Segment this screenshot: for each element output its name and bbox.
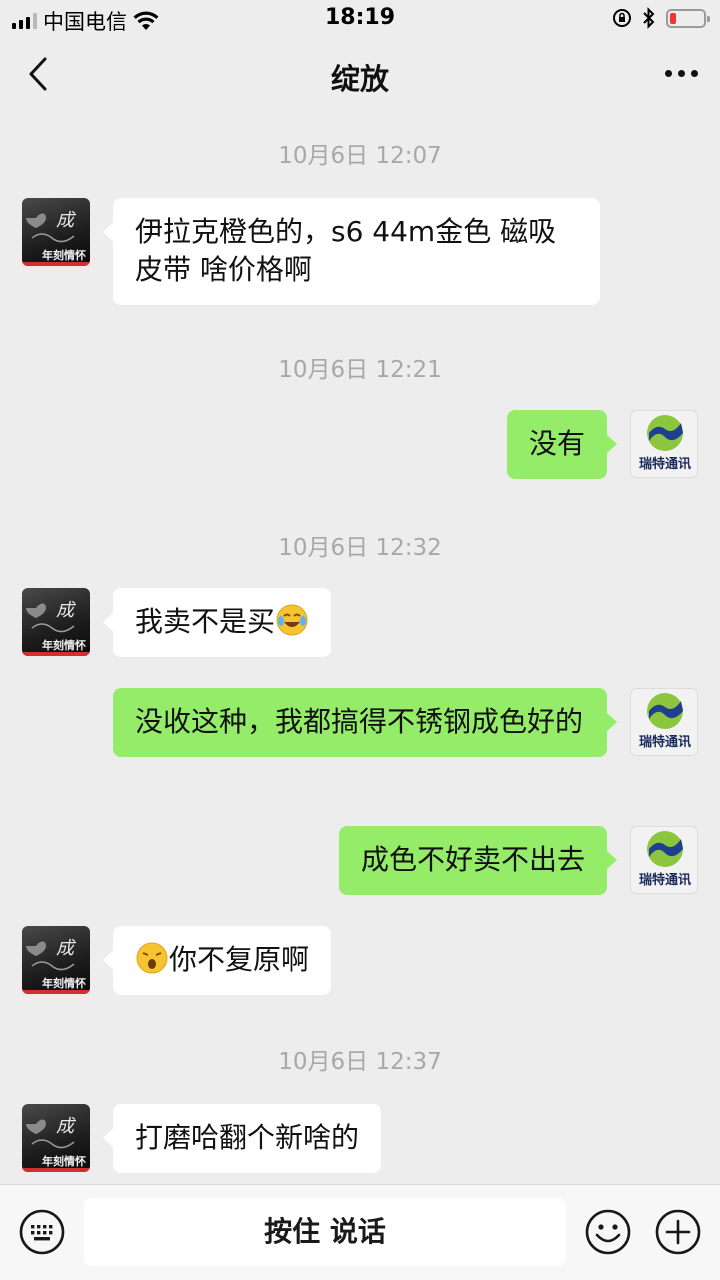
bluetooth-icon (643, 7, 655, 29)
nav-bar: 绽放 (0, 36, 720, 112)
svg-text:瑞特通讯: 瑞特通讯 (639, 872, 691, 888)
avatar-art: 瑞特通讯 (639, 831, 691, 888)
keyboard-icon[interactable] (18, 1208, 66, 1256)
avatar[interactable]: 瑞特通讯 (630, 688, 698, 756)
message-text: 我卖不是买 (135, 605, 276, 638)
avatar[interactable]: 瑞特通讯 (630, 410, 698, 478)
message-bubble[interactable]: 成色不好卖不出去 (338, 826, 618, 895)
avatar[interactable]: 成 年刻情怀 (22, 926, 90, 994)
battery-icon (666, 8, 710, 28)
more-button[interactable] (665, 60, 698, 86)
timestamp: 10月6日 12:21 (278, 357, 442, 383)
avatar-art: 成 年刻情怀 (26, 1116, 86, 1168)
status-right (612, 7, 710, 29)
message-row-received: 成 年刻情怀 我卖不是买 (0, 588, 720, 657)
svg-text:成: 成 (56, 210, 77, 231)
orientation-lock-icon (613, 9, 631, 27)
avatar-art: 成 年刻情怀 (26, 938, 86, 990)
avatar-art: 瑞特通讯 (639, 693, 691, 750)
avatar-art: 瑞特通讯 (639, 415, 691, 472)
svg-text:瑞特通讯: 瑞特通讯 (639, 734, 691, 750)
avatar[interactable]: 成 年刻情怀 (22, 1104, 90, 1172)
svg-text:成: 成 (56, 600, 77, 621)
svg-text:年刻情怀: 年刻情怀 (42, 638, 86, 652)
svg-text:年刻情怀: 年刻情怀 (42, 248, 86, 262)
emoji-icon[interactable] (584, 1208, 632, 1256)
svg-text:瑞特通讯: 瑞特通讯 (639, 456, 691, 472)
message-row-received: 成 年刻情怀 打磨哈翻个新啥的 (0, 1104, 720, 1173)
svg-text:成: 成 (56, 938, 77, 959)
status-bar: 中国电信 18:19 (0, 0, 720, 36)
avatar[interactable]: 瑞特通讯 (630, 826, 698, 894)
message-bubble[interactable]: 伊拉克橙色的，s6 44m金色 磁吸皮带 啥价格啊 (103, 198, 600, 305)
avatar-art: 成 年刻情怀 (26, 600, 86, 652)
hold-to-talk-button[interactable]: 按住 说话 (84, 1198, 566, 1266)
svg-text:年刻情怀: 年刻情怀 (42, 976, 86, 990)
input-bar: 按住 说话 (0, 1184, 720, 1280)
message-bubble[interactable]: 没收这种，我都搞得不锈钢成色好的 (113, 688, 617, 757)
message-bubble[interactable]: 没有 (506, 410, 618, 479)
plus-icon[interactable] (654, 1208, 702, 1256)
timestamp: 10月6日 12:37 (278, 1049, 442, 1075)
message-bubble[interactable]: 打磨哈翻个新啥的 (102, 1104, 382, 1173)
chat-title: 绽放 (330, 62, 389, 96)
laughing-crying-emoji-icon (276, 604, 308, 636)
message-row-received: 成 年刻情怀 你不复原啊 (0, 926, 720, 995)
message-text: 你不复原啊 (169, 943, 310, 976)
svg-text:成: 成 (56, 1116, 77, 1137)
surprised-emoji-icon (136, 942, 168, 974)
svg-text:年刻情怀: 年刻情怀 (42, 1154, 86, 1168)
avatar[interactable]: 成 年刻情怀 (22, 198, 90, 266)
more-icon (665, 69, 672, 77)
avatar[interactable]: 成 年刻情怀 (22, 588, 90, 656)
avatar-art: 成 年刻情怀 (26, 210, 86, 262)
chat-area[interactable]: 10月6日 12:07 成 年刻情怀 伊拉克橙色的，s6 44m金色 磁吸皮带 … (0, 112, 720, 1184)
message-bubble[interactable]: 我卖不是买 (102, 588, 332, 657)
message-bubble[interactable]: 你不复原啊 (102, 926, 332, 995)
timestamp: 10月6日 12:32 (278, 535, 442, 561)
timestamp: 10月6日 12:07 (278, 143, 442, 169)
message-row-received: 成 年刻情怀 伊拉克橙色的，s6 44m金色 磁吸皮带 啥价格啊 (0, 198, 720, 305)
